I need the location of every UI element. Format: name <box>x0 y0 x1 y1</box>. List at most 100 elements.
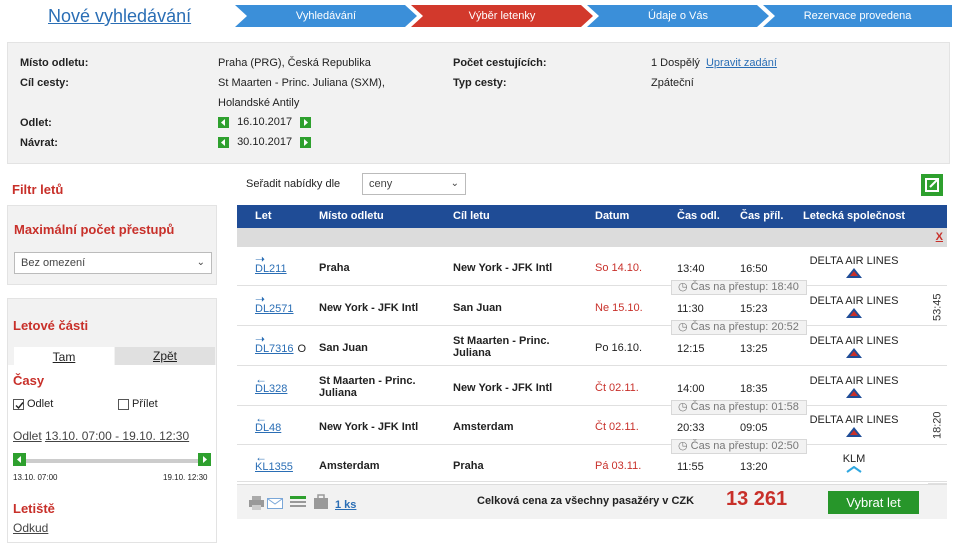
checkbox-unchecked[interactable] <box>118 398 129 410</box>
airline-name: KLM <box>842 453 866 465</box>
max-transfers-title: Maximální počet přestupů <box>14 222 175 237</box>
col-from: Místo odletu <box>319 210 384 222</box>
new-search-link[interactable]: Nové vyhledávání <box>48 6 191 27</box>
flight-row: ➝ DL7316 O San Juan St Maarten - Princ. Juli… <box>237 327 947 366</box>
next-return-date-button[interactable] <box>300 136 312 148</box>
return-label: Návrat: <box>20 137 58 149</box>
destination-value-country: Holandské Antily <box>218 97 300 109</box>
flight-date: Po 16.10. <box>595 342 643 354</box>
return-duration: 18:20 <box>928 367 947 484</box>
airline-name: DELTA AIR LINES <box>809 255 899 267</box>
airline: DELTA AIR LINES <box>809 255 899 278</box>
close-offer-button[interactable]: X <box>936 231 943 243</box>
notes-icon[interactable] <box>290 496 306 510</box>
select-flight-button[interactable]: Vybrat let <box>828 491 919 514</box>
arrow-right-icon: ➝ <box>255 252 266 266</box>
departure-place: New York - JFK Intl <box>319 421 419 433</box>
slider-min-handle[interactable] <box>13 453 26 466</box>
prev-return-date-button[interactable] <box>218 136 229 148</box>
arrow-left-icon: ← <box>255 450 267 464</box>
slider-max-label: 19.10. 12:30 <box>163 473 208 482</box>
next-date-button[interactable] <box>300 116 312 128</box>
flight-link[interactable]: KL1355 <box>255 461 293 473</box>
flight-link[interactable]: DL7316 <box>255 343 294 355</box>
email-icon[interactable] <box>267 498 283 509</box>
flight-row: ← DL48 New York - JFK Intl Amsterdam Čt 02.1… <box>237 406 947 445</box>
arrow-right-icon: ➝ <box>255 292 266 306</box>
step-your-details: Údaje o Vás <box>587 5 769 27</box>
airline-name: DELTA AIR LINES <box>809 375 899 387</box>
flight-link[interactable]: DL211 <box>255 263 287 275</box>
print-icon[interactable] <box>249 496 264 510</box>
transfer-time: ◷ Čas na přestup: 20:52 <box>671 320 807 335</box>
delta-logo-icon <box>846 308 862 318</box>
flight-link[interactable]: DL48 <box>255 422 281 434</box>
clock-icon: ◷ <box>678 440 688 452</box>
flight-row: ← KL1355 Amsterdam Praha Pá 03.11. 11:55 13:20… <box>237 445 947 482</box>
checkbox-checked[interactable] <box>13 398 24 410</box>
flight-number: ← DL328 <box>255 373 291 395</box>
max-transfers-select[interactable]: Bez omezení ⌄ <box>14 252 212 274</box>
segments-box: Letové části Tam Zpět Časy Odlet Přílet … <box>7 298 217 543</box>
return-date: 30.10.2017 <box>218 136 312 148</box>
arrival-checkbox[interactable]: Přílet <box>118 398 158 410</box>
tab-back[interactable]: Zpět <box>115 347 215 365</box>
clock-icon: ◷ <box>678 321 688 333</box>
tab-there[interactable]: Tam <box>14 347 114 365</box>
passengers-value: 1 Dospělý Upravit zadání <box>651 57 777 69</box>
airline-name: DELTA AIR LINES <box>809 295 899 307</box>
flight-date: Ne 15.10. <box>595 302 643 314</box>
arrival-time: 09:05 <box>740 422 768 434</box>
edit-search-link[interactable]: Upravit zadání <box>706 57 777 69</box>
tab-panel: Časy Odlet Přílet Odlet 13.10. 07:00 - 1… <box>8 365 216 542</box>
outbound-label: Odlet: <box>20 117 52 129</box>
export-button[interactable] <box>921 174 943 196</box>
arrival-place: New York - JFK Intl <box>453 382 553 394</box>
flight-number: ➝ DL2571 <box>255 292 298 315</box>
total-price-label: Celková cena za všechny pasažéry v CZK <box>477 495 695 507</box>
total-price: 13 261 <box>726 488 788 510</box>
flight-date: Čt 02.11. <box>595 382 639 394</box>
step-flight-selection: Výběr letenky <box>411 5 593 27</box>
chevron-down-icon: ⌄ <box>196 257 205 268</box>
results-subheader: X <box>237 228 947 247</box>
luggage-count-link[interactable]: 1 ks <box>335 499 356 511</box>
flight-date: So 14.10. <box>595 262 643 274</box>
slider-min-label: 13.10. 07:00 <box>13 473 58 482</box>
arrow-right-icon: ➝ <box>255 332 266 346</box>
departure-place: New York - JFK Intl <box>319 302 419 314</box>
arrival-place: San Juan <box>453 302 502 314</box>
time-range: Odlet 13.10. 07:00 - 19.10. 12:30 <box>13 429 190 443</box>
departure-time: 14:00 <box>677 383 705 395</box>
flight-row: ➝ DL211 Praha New York - JFK Intl So 14.10. 1… <box>237 247 947 286</box>
arrival-time: 16:50 <box>740 263 768 275</box>
arrival-place: Praha <box>453 460 484 472</box>
sort-select[interactable]: ceny ⌄ <box>362 173 466 195</box>
flight-link[interactable]: DL2571 <box>255 303 294 315</box>
slider-max-handle[interactable] <box>198 453 211 466</box>
departure-time: 20:33 <box>677 422 705 434</box>
arrival-time: 15:23 <box>740 303 768 315</box>
departure-value: Praha (PRG), Česká Republika <box>218 57 371 69</box>
destination-value: St Maarten - Princ. Juliana (SXM), <box>218 77 385 89</box>
from-filter-link[interactable]: Odkud <box>13 521 48 535</box>
flight-number: ➝ DL211 <box>255 252 291 275</box>
airline-name: DELTA AIR LINES <box>809 335 899 347</box>
prev-date-button[interactable] <box>218 116 229 128</box>
time-slider-track[interactable] <box>19 459 209 463</box>
flight-number: ← DL48 <box>255 412 285 434</box>
col-arr: Čas příl. <box>740 210 784 222</box>
destination-label: Cíl cesty: <box>20 77 69 89</box>
departure-checkbox[interactable]: Odlet <box>13 398 53 410</box>
delta-logo-icon <box>846 268 862 278</box>
trip-type-value: Zpáteční <box>651 77 694 89</box>
delta-logo-icon <box>846 427 862 437</box>
departure-time: 11:30 <box>677 303 704 315</box>
flight-link[interactable]: DL328 <box>255 383 287 395</box>
arrival-time: 13:25 <box>740 343 768 355</box>
transfer-time: ◷ Čas na přestup: 18:40 <box>671 280 807 295</box>
flight-date: Čt 02.11. <box>595 421 639 433</box>
departure-time: 11:55 <box>677 461 704 473</box>
col-to: Cíl letu <box>453 210 490 222</box>
flight-row: ← DL328 St Maarten - Princ. Juliana New Yor… <box>237 367 947 406</box>
